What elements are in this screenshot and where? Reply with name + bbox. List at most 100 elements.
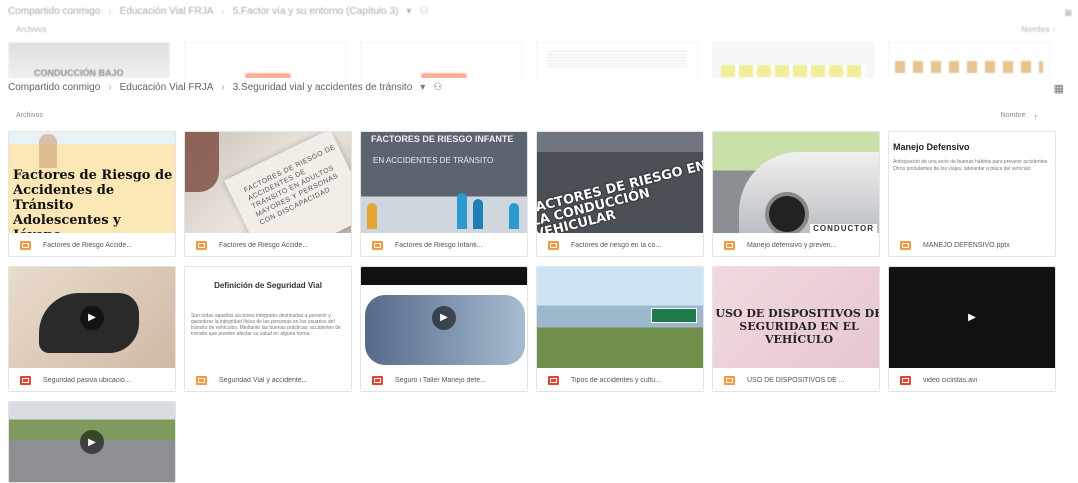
video-icon <box>548 375 559 385</box>
file-card[interactable]: FACTORES DE RIESGO INFANTE EN ACCIDENTES… <box>360 131 528 257</box>
play-icon[interactable]: ▶ <box>80 430 104 454</box>
file-thumbnail: Manejo Defensivo Anticipación de una ser… <box>889 132 1055 233</box>
breadcrumb-separator-icon: › <box>221 6 225 17</box>
breadcrumb-separator-icon: › <box>221 82 225 93</box>
arrow-up-icon: ↑ <box>1033 112 1039 122</box>
breadcrumb-separator-icon: › <box>108 82 112 93</box>
file-name: MANEJO DEFENSIVO.pptx <box>923 241 1010 249</box>
file-caption: MANEJO DEFENSIVO.pptx <box>889 234 1055 256</box>
breadcrumb-item[interactable]: Educación Vial FRJA <box>120 82 214 93</box>
file-thumbnail: FACTORES DE RIESGO INFANTE EN ACCIDENTES… <box>361 132 527 233</box>
thumbnail-text: FACTORES DE RIESGO INFANTE <box>371 134 514 144</box>
file-thumbnail: Definición de Seguridad Vial Son todas a… <box>185 267 351 368</box>
people-icon: ⚇ <box>419 6 429 17</box>
chevron-down-icon[interactable]: ▾ <box>420 82 425 93</box>
play-icon[interactable]: ▶ <box>80 305 104 330</box>
file-caption: Seguridad Vial y accidente... <box>185 369 351 391</box>
thumbnail-body: Anticipación de una serie de buenas hábi… <box>893 159 1049 172</box>
grid-view-icon[interactable]: ▦ <box>1054 82 1064 95</box>
bg-breadcrumb-item[interactable]: Educación Vial FRJA <box>120 6 214 17</box>
file-card[interactable]: USO DE DISPOSITIVOS DE SEGURIDAD EN EL V… <box>712 266 880 392</box>
slides-icon <box>372 240 383 250</box>
chevron-down-icon[interactable]: ▾ <box>406 6 411 17</box>
background-thumbnail-row: CONDUCCIÓN BAJO <box>8 42 1050 80</box>
file-caption: video ciclistas.avi <box>889 369 1055 391</box>
play-icon[interactable]: ▶ <box>432 305 456 330</box>
file-caption: Factores de riesgo en la co... <box>537 234 703 256</box>
play-icon[interactable]: ▶ <box>960 306 984 330</box>
file-name: Factores de Riesgo Infanti... <box>395 241 483 249</box>
slides-icon <box>196 375 207 385</box>
bg-thumbnail[interactable] <box>184 42 346 80</box>
file-caption: Factores de Riesgo Infanti... <box>361 234 527 256</box>
video-icon <box>900 375 911 385</box>
breadcrumb: Compartido conmigo › Educación Vial FRJA… <box>8 82 442 93</box>
file-card[interactable]: ▶ <box>8 401 176 483</box>
file-name: Factores de riesgo en la co... <box>571 241 662 249</box>
grid-view-icon[interactable]: ▦ <box>1064 8 1072 17</box>
file-card[interactable]: FACTORES DE RIESGO DE ACCIDENTES DE TRÁN… <box>184 131 352 257</box>
file-name: Seguridad Vial y accidente... <box>219 376 308 384</box>
file-thumbnail: ▶ <box>9 402 175 482</box>
file-card[interactable]: CONDUCTOR Manejo defensivo y preven... <box>712 131 880 257</box>
slides-icon <box>900 240 911 250</box>
file-name: USO DE DISPOSITIVOS DE ... <box>747 376 845 384</box>
file-card[interactable]: Definición de Seguridad Vial Son todas a… <box>184 266 352 392</box>
road-sign <box>651 308 697 323</box>
thumbnail-text: FACTORES DE RIESGO EN LA CONDUCCIÓN VEHI… <box>537 158 703 233</box>
file-thumbnail: Factores de Riesgo de Accidentes de Trán… <box>9 132 175 233</box>
bg-thumbnail[interactable] <box>536 42 698 80</box>
file-thumbnail: FACTORES DE RIESGO DE ACCIDENTES DE TRÁN… <box>185 132 351 233</box>
breadcrumb-item-current[interactable]: 3.Seguridad vial y accidentes de tránsit… <box>233 82 413 93</box>
file-card[interactable]: Tipos de accidentes y cultu... <box>536 266 704 392</box>
file-thumbnail: FACTORES DE RIESGO EN LA CONDUCCIÓN VEHI… <box>537 132 703 233</box>
file-thumbnail: ▶ <box>889 267 1055 368</box>
file-thumbnail: ▶ <box>9 267 175 368</box>
thumbnail-text: USO DE DISPOSITIVOS DE SEGURIDAD EN EL V… <box>715 307 879 346</box>
slides-icon <box>20 240 31 250</box>
slides-icon <box>724 375 735 385</box>
bg-thumbnail[interactable] <box>360 42 522 80</box>
sort-button[interactable]: Nombre ↑ <box>1001 112 1038 122</box>
thumbnail-title: Manejo Defensivo <box>893 142 970 152</box>
file-card[interactable]: Manejo Defensivo Anticipación de una ser… <box>888 131 1056 257</box>
bg-thumbnail[interactable]: CONDUCCIÓN BAJO <box>8 42 170 80</box>
thumbnail-body: Son todas aquellas acciones integrales d… <box>191 313 341 337</box>
file-thumbnail: ▶ <box>361 267 527 368</box>
file-card[interactable]: FACTORES DE RIESGO EN LA CONDUCCIÓN VEHI… <box>536 131 704 257</box>
file-card[interactable]: ▶ video ciclistas.avi <box>888 266 1056 392</box>
file-card[interactable]: ▶ Seguro i Taller Manejo defe... <box>360 266 528 392</box>
bg-breadcrumb-item[interactable]: 5.Factor vía y su entorno (Capítulo 3) <box>233 6 399 17</box>
thumbnail-text: CONDUCTOR <box>810 224 877 233</box>
bg-breadcrumb-item[interactable]: Compartido conmigo <box>8 6 100 17</box>
bg-thumbnail[interactable] <box>712 42 874 80</box>
bg-sort-label: Nombre <box>1021 25 1050 34</box>
bg-thumbnail-label: CONDUCCIÓN BAJO <box>34 68 124 78</box>
sort-label: Nombre <box>1000 112 1026 119</box>
file-thumbnail: USO DE DISPOSITIVOS DE SEGURIDAD EN EL V… <box>713 267 879 368</box>
file-name: Tipos de accidentes y cultu... <box>571 376 662 384</box>
file-name: Seguro i Taller Manejo defe... <box>395 376 486 384</box>
file-name: video ciclistas.avi <box>923 376 978 384</box>
file-caption: Factores de Riesgo Accide... <box>9 234 175 256</box>
file-caption: Seguridad pasiva ubicació... <box>9 369 175 391</box>
file-caption: Tipos de accidentes y cultu... <box>537 369 703 391</box>
breadcrumb-item[interactable]: Compartido conmigo <box>8 82 100 93</box>
background-breadcrumb: Compartido conmigo › Educación Vial FRJA… <box>8 6 428 17</box>
thumbnail-title: Definición de Seguridad Vial <box>214 281 322 290</box>
slides-icon <box>548 240 559 250</box>
bg-thumbnail[interactable] <box>888 42 1050 80</box>
thumbnail-text: FACTORES DE RIESGO DE ACCIDENTES DE TRÁN… <box>243 143 340 227</box>
video-icon <box>20 375 31 385</box>
file-caption: Factores de Riesgo Accide... <box>185 234 351 256</box>
background-window: Compartido conmigo › Educación Vial FRJA… <box>0 0 1078 80</box>
file-thumbnail <box>537 267 703 368</box>
thumbnail-text: Factores de Riesgo de Accidentes de Trán… <box>13 168 173 233</box>
bg-sort-button[interactable]: Nombre ↑ <box>1021 25 1056 34</box>
file-name: Factores de Riesgo Accide... <box>43 241 133 249</box>
file-card[interactable]: Factores de Riesgo de Accidentes de Trán… <box>8 131 176 257</box>
people-icon: ⚇ <box>433 82 443 93</box>
slides-icon <box>724 240 735 250</box>
list-label: Archivos <box>16 112 43 119</box>
file-card[interactable]: ▶ Seguridad pasiva ubicació... <box>8 266 176 392</box>
